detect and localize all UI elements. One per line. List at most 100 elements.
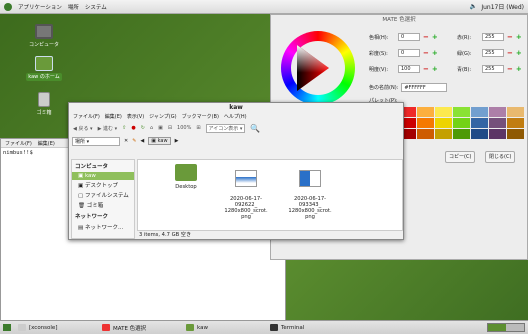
location-bar: 場所 ▾ ✕ ✎ ◀ ▣ kaw ▶ [69, 135, 403, 147]
sidebar-heading-computer: コンピュータ [75, 164, 109, 170]
zoom-out-icon[interactable]: ⊟ [168, 125, 172, 131]
desktop-icon-computer[interactable]: コンピュータ [18, 24, 70, 48]
volume-icon[interactable]: 🔈 [470, 3, 477, 10]
file-item-desktop[interactable]: Desktop [160, 164, 212, 190]
breadcrumb-back-icon[interactable]: ◀ [140, 138, 144, 144]
red-minus-button[interactable]: − [507, 33, 513, 41]
sat-label: 彩度(S): [369, 50, 388, 57]
task-xconsole[interactable]: [xconsole] [15, 323, 95, 333]
green-minus-button[interactable]: − [507, 49, 513, 57]
val-label: 明度(V): [369, 66, 389, 73]
sidebar: コンピュータ ▣ kaw ▣ デスクトップ ▢ ファイルシステム 🗑 ゴミ箱 ネ… [71, 159, 135, 239]
location-select[interactable]: 場所 ▾ [72, 136, 120, 146]
image-thumbnail-icon [299, 170, 321, 187]
color-name-input[interactable]: #FFFFFF [401, 83, 448, 92]
sidebar-item-desktop[interactable]: ▣ デスクトップ [72, 180, 134, 190]
desktop-icon-home[interactable]: kaw のホーム [18, 56, 70, 81]
folder-icon [175, 164, 197, 181]
computer-icon[interactable]: ▣ [158, 125, 163, 131]
trash-icon [38, 92, 50, 107]
menu-file[interactable]: ファイル(F) [73, 113, 100, 120]
stop-icon[interactable]: ● [131, 125, 135, 131]
image-thumbnail-icon [235, 170, 257, 187]
reload-icon[interactable]: ↻ [141, 125, 145, 131]
sidebar-item-network[interactable]: ▤ ネットワーク... [72, 222, 134, 232]
val-input[interactable]: 100 [398, 65, 420, 73]
blue-plus-button[interactable]: + [516, 65, 522, 73]
sat-plus-button[interactable]: + [432, 49, 438, 57]
dialog-title: MATE 色選択 [382, 17, 416, 23]
forward-button[interactable]: ▶ 進む ▾ [98, 125, 118, 132]
menu-applications[interactable]: アプリケーション [18, 3, 62, 11]
red-label: 赤(R): [457, 34, 472, 41]
file-view[interactable]: Desktop 2020-06-17- 092622_ 1280x800_scr… [137, 159, 403, 231]
top-panel: アプリケーション 場所 システム 🔈 Jun17日 (Wed) [0, 0, 528, 14]
color-selector-icon [102, 324, 110, 331]
status-bar: 3 items, 4.7 GB 空き [139, 232, 192, 238]
sidebar-item-kaw[interactable]: ▣ kaw [72, 172, 134, 180]
green-input[interactable]: 255 [482, 49, 504, 57]
search-icon[interactable]: 🔍 [250, 124, 260, 133]
hue-input[interactable]: 0 [398, 33, 420, 41]
mate-logo-icon[interactable] [4, 2, 12, 11]
term-menu-edit[interactable]: 編集(E) [38, 140, 55, 147]
copy-button[interactable]: コピー(C) [445, 151, 476, 163]
color-name-label: 色の名前(N): [369, 85, 399, 91]
color-wheel[interactable] [281, 31, 355, 105]
task-color-selector[interactable]: MATE 色選択 [99, 323, 179, 333]
menu-help[interactable]: ヘルプ(H) [224, 113, 247, 120]
sat-input[interactable]: 0 [398, 49, 420, 57]
menu-edit[interactable]: 編集(E) [105, 113, 122, 120]
blue-minus-button[interactable]: − [507, 65, 513, 73]
hue-minus-button[interactable]: − [423, 33, 429, 41]
folder-icon [186, 324, 194, 331]
window-title: kaw [229, 104, 243, 111]
desktop-icon-trash[interactable]: ゴミ箱 [18, 92, 70, 116]
sidebar-item-filesystem[interactable]: ▢ ファイルシステム [72, 190, 134, 200]
file-item-screenshot-2[interactable]: 2020-06-17- 093343_ 1280x800_scrot. png [284, 164, 336, 220]
home-icon[interactable]: ⌂ [150, 125, 153, 131]
menu-bookmarks[interactable]: ブックマーク(B) [182, 113, 219, 120]
color-palette[interactable] [399, 107, 524, 139]
menu-go[interactable]: ジャンプ(G) [149, 113, 176, 120]
menu-places[interactable]: 場所 [68, 3, 79, 11]
red-input[interactable]: 255 [482, 33, 504, 41]
toolbar: ◀ 戻る ▾ ▶ 進む ▾ ⇧ ● ↻ ⌂ ▣ ⊟ 100% ⊞ アイコン表示 … [69, 121, 403, 135]
home-folder-icon [35, 56, 53, 71]
breadcrumb-kaw[interactable]: ▣ kaw [148, 137, 171, 145]
workspace-switcher[interactable] [487, 323, 525, 332]
menu-system[interactable]: システム [85, 3, 107, 11]
clock[interactable]: Jun17日 (Wed) [481, 2, 524, 11]
green-plus-button[interactable]: + [516, 49, 522, 57]
close-pane-icon[interactable]: ✕ [124, 138, 128, 144]
term-menu-file[interactable]: ファイル(F) [5, 140, 32, 147]
task-terminal[interactable]: Terminal [267, 323, 347, 333]
file-manager-window[interactable]: kaw ファイル(F) 編集(E) 表示(V) ジャンプ(G) ブックマーク(B… [68, 102, 404, 240]
view-select[interactable]: アイコン表示 ▾ [205, 123, 246, 133]
bottom-panel: [xconsole] MATE 色選択 kaw Terminal [0, 320, 528, 334]
breadcrumb-forward-icon[interactable]: ▶ [175, 138, 179, 144]
menu-view[interactable]: 表示(V) [127, 113, 144, 120]
edit-location-icon[interactable]: ✎ [132, 138, 136, 144]
terminal-icon [270, 324, 278, 331]
val-minus-button[interactable]: − [423, 65, 429, 73]
zoom-level: 100% [177, 125, 192, 131]
hue-label: 色相(H): [369, 34, 389, 41]
hue-plus-button[interactable]: + [432, 33, 438, 41]
green-label: 緑(G): [457, 50, 472, 57]
file-item-screenshot-1[interactable]: 2020-06-17- 092622_ 1280x800_scrot. png [220, 164, 272, 220]
up-icon[interactable]: ⇧ [122, 125, 126, 131]
sidebar-heading-network: ネットワーク [75, 214, 109, 220]
blue-input[interactable]: 255 [482, 65, 504, 73]
zoom-in-icon[interactable]: ⊞ [196, 125, 200, 131]
task-file-manager[interactable]: kaw [183, 323, 263, 333]
val-plus-button[interactable]: + [432, 65, 438, 73]
close-button[interactable]: 閉じる(C) [485, 151, 516, 163]
back-button[interactable]: ◀ 戻る ▾ [73, 125, 93, 132]
red-plus-button[interactable]: + [516, 33, 522, 41]
sat-minus-button[interactable]: − [423, 49, 429, 57]
blue-label: 青(B): [457, 66, 472, 73]
show-desktop-icon[interactable] [3, 324, 11, 331]
sidebar-item-trash[interactable]: 🗑 ゴミ箱 [72, 200, 134, 210]
computer-icon [35, 24, 53, 39]
